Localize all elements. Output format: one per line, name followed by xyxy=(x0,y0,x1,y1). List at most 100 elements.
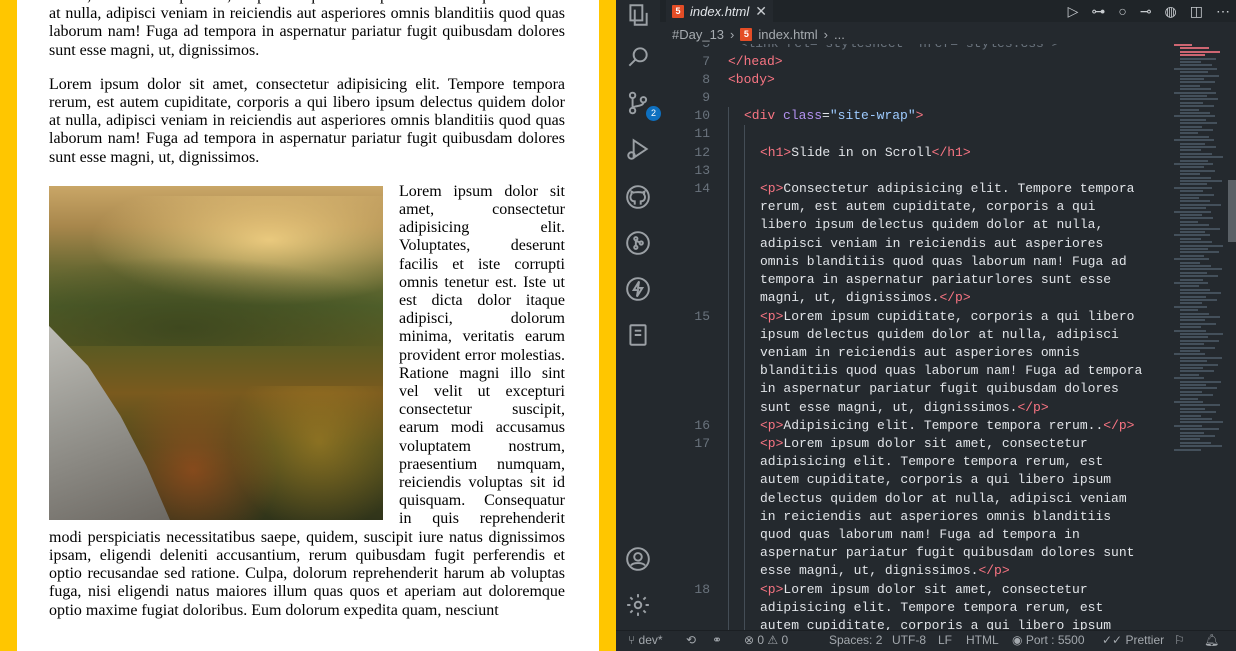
split-editor-icon[interactable]: ◫ xyxy=(1190,3,1203,20)
minimap-line xyxy=(1180,149,1201,152)
vertical-scrollbar[interactable] xyxy=(1228,180,1236,242)
settings-gear-icon[interactable] xyxy=(624,592,652,620)
debug-next-icon[interactable]: ⊸ xyxy=(1140,3,1152,20)
sync-icon[interactable]: ⟲ xyxy=(686,633,696,647)
minimap-line xyxy=(1180,78,1204,80)
minimap-line xyxy=(1174,329,1206,332)
encoding-status[interactable]: UTF-8 xyxy=(892,633,926,647)
minimap-line xyxy=(1180,312,1209,315)
minimap-line xyxy=(1180,360,1207,363)
minimap-line xyxy=(1180,122,1217,125)
lightning-icon[interactable] xyxy=(624,276,652,304)
html5-icon: 5 xyxy=(740,27,753,41)
minimap-line xyxy=(1180,373,1199,376)
minimap-line xyxy=(1180,326,1201,329)
tab-index-html[interactable]: 5 index.html ✕ xyxy=(666,0,773,22)
prettier-status[interactable]: ✓✓ Prettier xyxy=(1102,633,1164,647)
minimap-line xyxy=(1174,67,1217,70)
breadcrumb-file[interactable]: index.html xyxy=(758,27,817,42)
search-icon[interactable] xyxy=(624,44,652,72)
line-number-gutter: 5 7 8 9 10 11 12 13 14 15 16 17 18 xyxy=(660,44,710,630)
code-line: adipisicing elit. Tempore tempora rerum,… xyxy=(760,600,1104,615)
line-number: 8 xyxy=(702,72,710,87)
minimap-line xyxy=(1180,241,1212,244)
minimap-line xyxy=(1180,146,1216,148)
minimap-line xyxy=(1180,271,1207,274)
code-line: rerum, est autem cupiditate, corporis a … xyxy=(760,199,1096,214)
live-server-status[interactable]: ◉ Port : 5500 xyxy=(1012,633,1085,647)
live-share-icon[interactable]: ⚭ xyxy=(712,633,722,647)
minimap-line xyxy=(1180,363,1218,366)
minimap-line xyxy=(1180,173,1200,176)
minimap-line xyxy=(1180,176,1211,179)
go-live-icon[interactable]: ⊶ xyxy=(1091,3,1105,20)
minimap-line xyxy=(1180,98,1218,101)
code-line: autem cupiditate, corporis a qui libero … xyxy=(760,472,1112,487)
close-icon[interactable]: ✕ xyxy=(755,3,767,20)
code-line: <p>Adipisicing elit. Tempore tempora rer… xyxy=(760,418,1135,433)
code-line: veniam in reiciendis aut asperiores omni… xyxy=(760,345,1080,360)
branch-status[interactable]: ⑂ dev* xyxy=(628,633,663,647)
page-content: rerum, est autem cupiditate, corporis a … xyxy=(49,0,565,620)
minimap-line xyxy=(1174,234,1210,237)
minimap-line xyxy=(1180,397,1198,400)
minimap-line xyxy=(1180,435,1215,437)
line-number: 18 xyxy=(694,582,710,597)
breadcrumb-folder[interactable]: #Day_13 xyxy=(672,27,724,42)
minimap-line xyxy=(1180,197,1199,199)
minimap-line xyxy=(1180,316,1220,318)
code-line: <div class="site-wrap"> xyxy=(744,108,924,123)
problems-status[interactable]: ⊗ 0 ⚠ 0 xyxy=(744,633,788,647)
indentation-status[interactable]: Spaces: 2 xyxy=(829,633,882,647)
code-line: quod quas laborum nam! Fuga ad tempora i… xyxy=(760,527,1080,542)
minimap-line xyxy=(1180,112,1210,114)
code-line: esse magni, ut, dignissimos.</p> xyxy=(760,563,1010,578)
code-line: magni, ut, dignissimos.</p> xyxy=(760,290,971,305)
explorer-icon[interactable] xyxy=(624,2,652,30)
line-number: 14 xyxy=(694,181,710,196)
feedback-icon[interactable]: ⚐ xyxy=(1174,633,1185,647)
breadcrumb-symbol[interactable]: ... xyxy=(834,27,845,42)
minimap-line xyxy=(1180,125,1202,128)
minimap-line xyxy=(1180,350,1200,352)
more-actions-icon[interactable]: ⋯ xyxy=(1216,3,1230,20)
code-line: aspernatur pariatur fugit quibusdam dolo… xyxy=(760,545,1135,560)
notifications-bell-icon[interactable]: 🔔︎ xyxy=(1204,633,1219,647)
minimap-line xyxy=(1180,285,1199,288)
line-number: 13 xyxy=(694,163,710,178)
minimap[interactable] xyxy=(1174,44,1224,464)
minimap-line xyxy=(1180,142,1205,145)
minimap-line xyxy=(1180,183,1207,186)
minimap-line xyxy=(1174,91,1216,94)
chevron-right-icon: › xyxy=(823,26,828,42)
minimap-line xyxy=(1180,343,1204,346)
minimap-line xyxy=(1180,384,1206,386)
run-debug-icon[interactable] xyxy=(624,136,652,164)
code-area[interactable]: <link rel="stylesheet" href="styles.css"… xyxy=(724,44,1170,630)
minimap-line xyxy=(1180,421,1223,424)
source-control-icon[interactable]: 2 xyxy=(624,90,661,121)
tab-label: index.html xyxy=(690,3,750,19)
minimap-line xyxy=(1180,390,1202,393)
minimap-line xyxy=(1180,265,1211,267)
account-icon[interactable] xyxy=(624,546,652,574)
minimap-line xyxy=(1180,50,1220,53)
minimap-line xyxy=(1180,302,1202,305)
minimap-line xyxy=(1180,356,1222,359)
minimap-line xyxy=(1180,101,1203,104)
debug-step-icon[interactable]: ○ xyxy=(1118,3,1126,19)
eol-status[interactable]: LF xyxy=(938,633,952,647)
github-icon[interactable] xyxy=(624,184,652,212)
notebook-icon[interactable] xyxy=(624,322,652,350)
minimap-line xyxy=(1180,152,1212,155)
minimap-line xyxy=(1180,57,1216,60)
code-line: <p>Lorem ipsum cupiditate, corporis a qu… xyxy=(760,309,1135,324)
minimap-line xyxy=(1180,292,1221,295)
minimap-line xyxy=(1180,84,1200,87)
minimap-line xyxy=(1180,108,1199,111)
web-page[interactable]: rerum, est autem cupiditate, corporis a … xyxy=(17,0,599,651)
run-icon[interactable]: ▷ xyxy=(1068,3,1079,20)
timeline-icon[interactable]: ◍ xyxy=(1165,3,1177,20)
git-graph-icon[interactable] xyxy=(624,230,652,258)
language-status[interactable]: HTML xyxy=(966,633,999,647)
